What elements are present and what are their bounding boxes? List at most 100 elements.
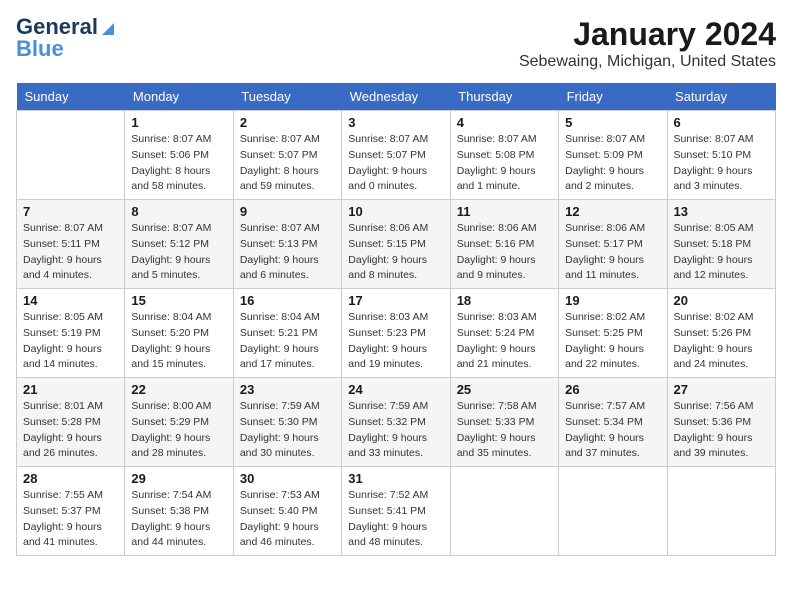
calendar-cell: 7 Sunrise: 8:07 AMSunset: 5:11 PMDaylight…: [17, 200, 125, 289]
calendar-cell: [17, 111, 125, 200]
day-number: 23: [240, 382, 335, 397]
day-number: 16: [240, 293, 335, 308]
logo-text-general: General: [16, 16, 98, 38]
day-info: Sunrise: 8:05 AMSunset: 5:19 PMDaylight:…: [23, 310, 118, 373]
calendar-cell: 2 Sunrise: 8:07 AMSunset: 5:07 PMDaylight…: [233, 111, 341, 200]
weekday-header-monday: Monday: [125, 83, 233, 111]
calendar-cell: 6Sunrise: 8:07 AMSunset: 5:10 PMDaylight…: [667, 111, 775, 200]
day-info: Sunrise: 8:04 AMSunset: 5:21 PMDaylight:…: [240, 310, 335, 373]
calendar-cell: 22 Sunrise: 8:00 AMSunset: 5:29 PMDayligh…: [125, 378, 233, 467]
calendar-week-row: 14 Sunrise: 8:05 AMSunset: 5:19 PMDayligh…: [17, 289, 776, 378]
calendar-week-row: 1 Sunrise: 8:07 AMSunset: 5:06 PMDaylight…: [17, 111, 776, 200]
day-info: Sunrise: 7:57 AMSunset: 5:34 PMDaylight:…: [565, 399, 660, 462]
day-number: 15: [131, 293, 226, 308]
weekday-header-tuesday: Tuesday: [233, 83, 341, 111]
calendar-cell: 20 Sunrise: 8:02 AMSunset: 5:26 PMDayligh…: [667, 289, 775, 378]
calendar-week-row: 21 Sunrise: 8:01 AMSunset: 5:28 PMDayligh…: [17, 378, 776, 467]
day-info: Sunrise: 7:54 AMSunset: 5:38 PMDaylight:…: [131, 488, 226, 551]
calendar-cell: 5 Sunrise: 8:07 AMSunset: 5:09 PMDaylight…: [559, 111, 667, 200]
weekday-header-row: SundayMondayTuesdayWednesdayThursdayFrid…: [17, 83, 776, 111]
day-number: 13: [674, 204, 769, 219]
day-info: Sunrise: 8:07 AMSunset: 5:06 PMDaylight:…: [131, 132, 226, 195]
calendar-cell: 4 Sunrise: 8:07 AMSunset: 5:08 PMDaylight…: [450, 111, 558, 200]
calendar-cell: 12 Sunrise: 8:06 AMSunset: 5:17 PMDayligh…: [559, 200, 667, 289]
day-info: Sunrise: 7:52 AMSunset: 5:41 PMDaylight:…: [348, 488, 443, 551]
calendar-cell: [450, 467, 558, 556]
page-header: General Blue January 2024 Sebewaing, Mic…: [16, 16, 776, 71]
location-title: Sebewaing, Michigan, United States: [519, 53, 776, 71]
day-info: Sunrise: 8:07 AMSunset: 5:07 PMDaylight:…: [348, 132, 443, 195]
day-number: 24: [348, 382, 443, 397]
day-number: 1: [131, 115, 226, 130]
day-number: 17: [348, 293, 443, 308]
calendar-cell: 11 Sunrise: 8:06 AMSunset: 5:16 PMDayligh…: [450, 200, 558, 289]
calendar-cell: 15 Sunrise: 8:04 AMSunset: 5:20 PMDayligh…: [125, 289, 233, 378]
day-number: 11: [457, 204, 552, 219]
calendar-cell: 10 Sunrise: 8:06 AMSunset: 5:15 PMDayligh…: [342, 200, 450, 289]
day-number: 20: [674, 293, 769, 308]
day-number: 22: [131, 382, 226, 397]
day-number: 8: [131, 204, 226, 219]
day-number: 12: [565, 204, 660, 219]
calendar-cell: 29 Sunrise: 7:54 AMSunset: 5:38 PMDayligh…: [125, 467, 233, 556]
calendar-cell: 18Sunrise: 8:03 AMSunset: 5:24 PMDayligh…: [450, 289, 558, 378]
calendar-cell: 28 Sunrise: 7:55 AMSunset: 5:37 PMDayligh…: [17, 467, 125, 556]
day-info: Sunrise: 8:04 AMSunset: 5:20 PMDaylight:…: [131, 310, 226, 373]
day-number: 5: [565, 115, 660, 130]
day-number: 19: [565, 293, 660, 308]
day-number: 14: [23, 293, 118, 308]
day-number: 2: [240, 115, 335, 130]
calendar-week-row: 7 Sunrise: 8:07 AMSunset: 5:11 PMDaylight…: [17, 200, 776, 289]
day-info: Sunrise: 7:55 AMSunset: 5:37 PMDaylight:…: [23, 488, 118, 551]
day-info: Sunrise: 8:00 AMSunset: 5:29 PMDaylight:…: [131, 399, 226, 462]
day-info: Sunrise: 8:07 AMSunset: 5:07 PMDaylight:…: [240, 132, 335, 195]
calendar-cell: 3Sunrise: 8:07 AMSunset: 5:07 PMDaylight…: [342, 111, 450, 200]
day-number: 6: [674, 115, 769, 130]
day-info: Sunrise: 8:07 AMSunset: 5:08 PMDaylight:…: [457, 132, 552, 195]
day-info: Sunrise: 7:59 AMSunset: 5:30 PMDaylight:…: [240, 399, 335, 462]
day-info: Sunrise: 8:07 AMSunset: 5:12 PMDaylight:…: [131, 221, 226, 284]
day-number: 10: [348, 204, 443, 219]
logo-text-blue: Blue: [16, 38, 64, 60]
calendar-cell: 31 Sunrise: 7:52 AMSunset: 5:41 PMDayligh…: [342, 467, 450, 556]
day-number: 9: [240, 204, 335, 219]
day-info: Sunrise: 8:02 AMSunset: 5:26 PMDaylight:…: [674, 310, 769, 373]
calendar-cell: 17 Sunrise: 8:03 AMSunset: 5:23 PMDayligh…: [342, 289, 450, 378]
day-number: 31: [348, 471, 443, 486]
calendar-cell: 30Sunrise: 7:53 AMSunset: 5:40 PMDayligh…: [233, 467, 341, 556]
title-block: January 2024 Sebewaing, Michigan, United…: [519, 16, 776, 71]
day-number: 7: [23, 204, 118, 219]
day-number: 21: [23, 382, 118, 397]
logo-triangle-icon: [98, 17, 118, 37]
calendar-cell: 1 Sunrise: 8:07 AMSunset: 5:06 PMDaylight…: [125, 111, 233, 200]
day-info: Sunrise: 8:07 AMSunset: 5:09 PMDaylight:…: [565, 132, 660, 195]
calendar-cell: 19 Sunrise: 8:02 AMSunset: 5:25 PMDayligh…: [559, 289, 667, 378]
day-info: Sunrise: 7:58 AMSunset: 5:33 PMDaylight:…: [457, 399, 552, 462]
day-info: Sunrise: 8:06 AMSunset: 5:17 PMDaylight:…: [565, 221, 660, 284]
weekday-header-sunday: Sunday: [17, 83, 125, 111]
calendar-cell: 14 Sunrise: 8:05 AMSunset: 5:19 PMDayligh…: [17, 289, 125, 378]
day-info: Sunrise: 8:07 AMSunset: 5:11 PMDaylight:…: [23, 221, 118, 284]
day-number: 27: [674, 382, 769, 397]
day-info: Sunrise: 7:56 AMSunset: 5:36 PMDaylight:…: [674, 399, 769, 462]
day-info: Sunrise: 8:01 AMSunset: 5:28 PMDaylight:…: [23, 399, 118, 462]
weekday-header-thursday: Thursday: [450, 83, 558, 111]
calendar-week-row: 28 Sunrise: 7:55 AMSunset: 5:37 PMDayligh…: [17, 467, 776, 556]
day-info: Sunrise: 8:06 AMSunset: 5:16 PMDaylight:…: [457, 221, 552, 284]
calendar-cell: [667, 467, 775, 556]
day-number: 4: [457, 115, 552, 130]
day-number: 26: [565, 382, 660, 397]
day-info: Sunrise: 8:07 AMSunset: 5:13 PMDaylight:…: [240, 221, 335, 284]
month-title: January 2024: [519, 16, 776, 53]
calendar-cell: 26 Sunrise: 7:57 AMSunset: 5:34 PMDayligh…: [559, 378, 667, 467]
day-number: 28: [23, 471, 118, 486]
day-info: Sunrise: 8:03 AMSunset: 5:23 PMDaylight:…: [348, 310, 443, 373]
calendar-cell: 8 Sunrise: 8:07 AMSunset: 5:12 PMDaylight…: [125, 200, 233, 289]
day-number: 18: [457, 293, 552, 308]
day-info: Sunrise: 8:02 AMSunset: 5:25 PMDaylight:…: [565, 310, 660, 373]
weekday-header-saturday: Saturday: [667, 83, 775, 111]
day-number: 29: [131, 471, 226, 486]
day-number: 25: [457, 382, 552, 397]
day-info: Sunrise: 8:06 AMSunset: 5:15 PMDaylight:…: [348, 221, 443, 284]
day-info: Sunrise: 8:05 AMSunset: 5:18 PMDaylight:…: [674, 221, 769, 284]
